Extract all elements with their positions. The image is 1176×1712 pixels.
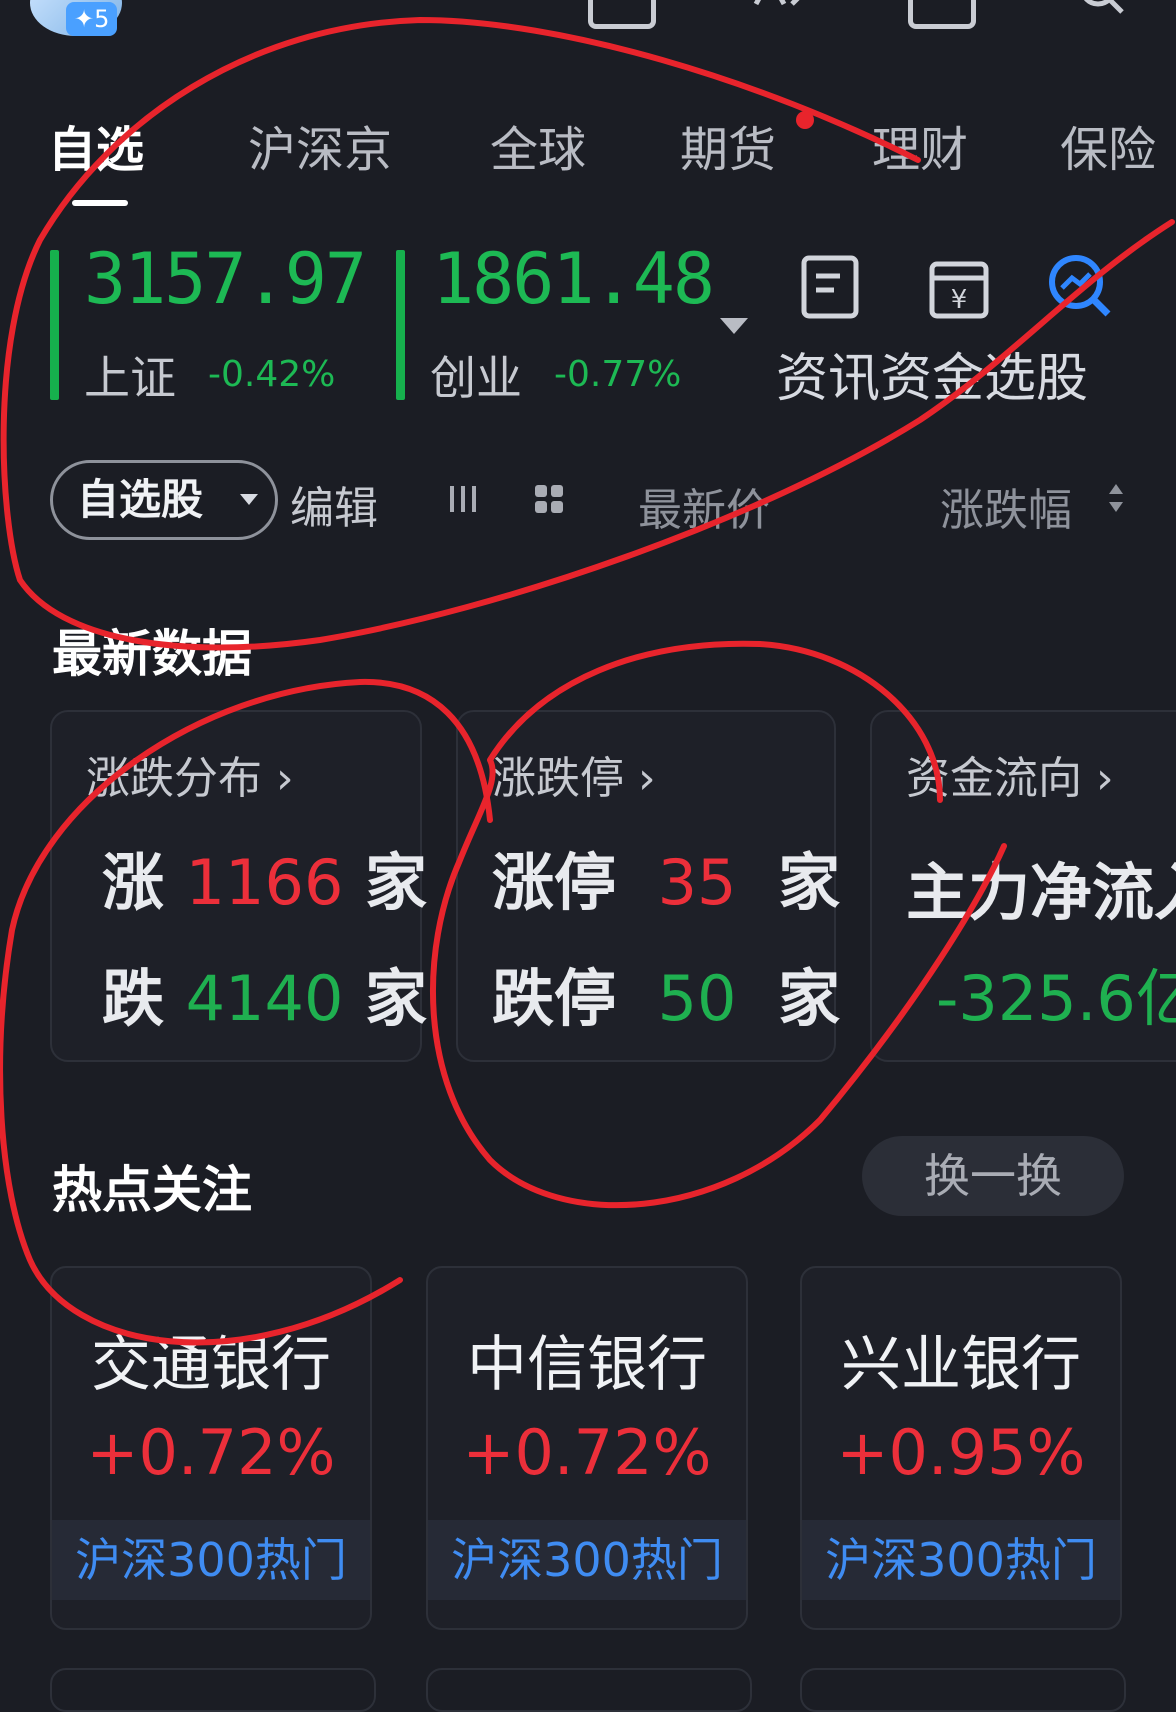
rise-fall-distribution-card[interactable]: 涨跌分布 › 涨 1166 家 跌 4140 家 [50,710,427,1062]
search-chart-icon[interactable] [1046,252,1116,326]
hot-stock-card[interactable]: 兴业银行 +0.95% 沪深300热门 [800,1266,1122,1630]
notification-badge: ✦5 [66,2,118,36]
index-trend-bar [50,250,59,400]
index-value: 1861.48 [432,238,715,320]
tab-watchlist[interactable]: 自选 [48,110,144,180]
main-net-inflow-value: -325.6亿 [936,962,1176,1035]
index-dropdown-caret-icon[interactable] [720,318,748,334]
hot-stock-card-peek [426,1668,752,1712]
limit-down-count: 50 [657,962,737,1035]
latest-data-title: 最新数据 [52,625,252,683]
hot-stock-card-peek [50,1668,376,1712]
tab-futures[interactable]: 期货 [680,110,776,180]
stock-tag[interactable]: 沪深300热门 [52,1520,370,1600]
edit-button[interactable]: 编辑 [290,472,378,536]
stock-change: +0.95% [836,1416,1086,1489]
unit-label: 家 [365,962,428,1035]
annotation-stroke-top [0,16,1175,651]
font-size-icon[interactable] [752,0,810,24]
column-header-latest-price[interactable]: 最新价 [638,474,770,538]
limit-up-down-card[interactable]: 涨跌停 › 涨停 35 家 跌停 50 家 [456,710,840,1062]
stock-name: 中信银行 [467,1330,707,1400]
limit-up-label: 涨停 [492,846,617,919]
rise-count: 1166 [185,846,344,919]
sort-icon[interactable] [1108,482,1124,518]
calendar-icon[interactable] [908,0,976,29]
unit-label: 家 [778,962,841,1035]
stock-change: +0.72% [86,1416,336,1489]
index-change: -0.77% [554,354,682,395]
fall-count: 4140 [185,962,344,1035]
index-value: 3157.97 [84,238,367,320]
main-net-inflow-label: 主力净流入 [906,856,1176,929]
stock-name: 交通银行 [91,1330,331,1400]
tool-news-label[interactable]: 资讯 [776,336,880,411]
tab-insurance[interactable]: 保险 [1060,110,1156,180]
search-icon[interactable] [1074,0,1130,28]
tab-shanghai-shenzhen-beijing[interactable]: 沪深京 [248,110,392,180]
document-icon[interactable] [800,254,866,324]
hot-stock-card[interactable]: 交通银行 +0.72% 沪深300热门 [50,1266,372,1630]
grid-view-icon[interactable] [534,484,564,518]
index-name: 创业 [430,351,522,405]
unit-label: 家 [778,846,841,919]
fall-label: 跌 [102,962,165,1035]
fund-flow-card[interactable]: 资金流向 › 主力净流入 -325.6亿 [870,710,1176,1062]
tab-wealth[interactable]: 理财 [872,110,968,180]
hot-stock-card-peek [800,1668,1126,1712]
stock-tag[interactable]: 沪深300热门 [428,1520,746,1600]
message-icon[interactable] [588,0,656,29]
tab-global[interactable]: 全球 [490,110,586,180]
unit-label: 家 [365,846,428,919]
stock-name: 兴业银行 [841,1330,1081,1400]
stock-change: +0.72% [462,1416,712,1489]
active-tab-indicator [72,200,128,206]
card-title: 涨跌停 [492,753,624,804]
limit-up-count: 35 [657,846,737,919]
svg-text:¥: ¥ [951,285,968,315]
rise-label: 涨 [102,846,165,919]
tool-funds-label[interactable]: 资金 [880,336,984,411]
hot-topics-title: 热点关注 [52,1161,252,1219]
column-header-change-percent[interactable]: 涨跌幅 [940,474,1072,538]
list-view-icon[interactable] [448,484,478,518]
chevron-down-icon [240,494,258,505]
hot-stock-card[interactable]: 中信银行 +0.72% 沪深300热门 [426,1266,748,1630]
index-change: -0.42% [208,354,336,395]
stock-tag[interactable]: 沪深300热门 [802,1520,1120,1600]
index-name: 上证 [84,351,176,405]
refresh-button[interactable]: 换一换 [862,1136,1124,1216]
limit-down-label: 跌停 [492,962,617,1035]
yen-document-icon[interactable]: ¥ [928,254,994,324]
card-title: 涨跌分布 [86,753,262,804]
tool-stock-picker-label[interactable]: 选股 [984,336,1088,411]
index-trend-bar [396,250,405,400]
annotation-dot [796,111,814,129]
card-title: 资金流向 [906,753,1082,804]
